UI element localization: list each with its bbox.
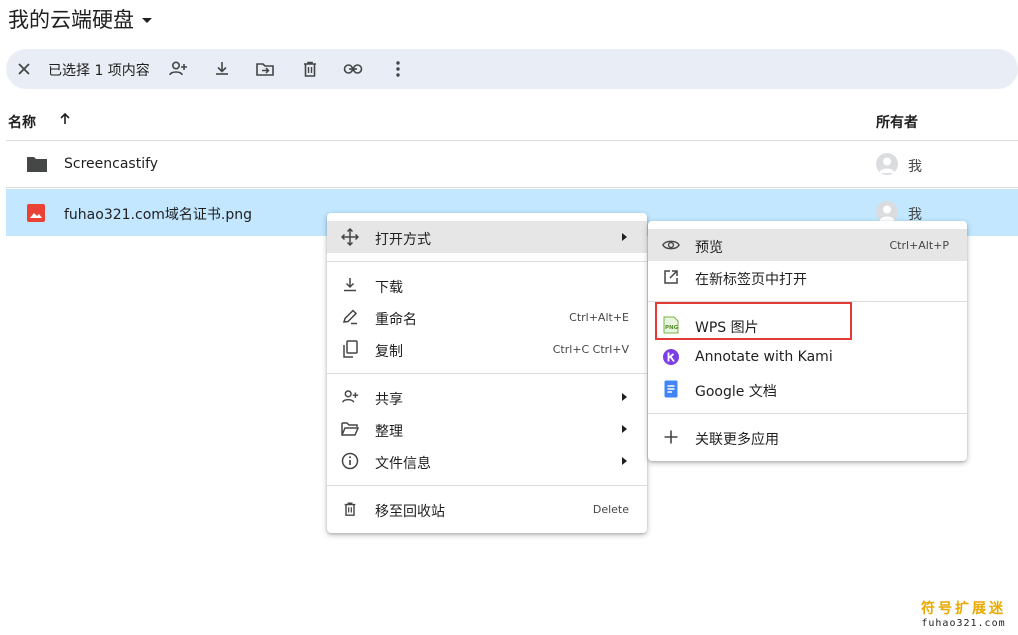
eye-icon [662,236,680,254]
trash-icon[interactable] [298,57,322,81]
selection-toolbar: 已选择 1 项内容 [6,49,1018,89]
menu-item-move-to-trash[interactable]: 移至回收站 Delete [327,493,647,525]
chevron-right-icon [622,233,627,241]
menu-item-download[interactable]: 下载 [327,269,647,301]
svg-text:PNG: PNG [665,325,679,331]
sort-arrow-up-icon[interactable] [58,112,72,130]
column-header-name[interactable]: 名称 [8,112,36,132]
add-person-icon [341,388,359,406]
open-with-submenu: 预览 Ctrl+Alt+P 在新标签页中打开 PNG WPS 图片 Annota… [648,221,967,461]
folder-open-icon [341,420,359,438]
submenu-item-google-docs[interactable]: Google 文档 [648,373,967,405]
chevron-right-icon [622,457,627,465]
menu-divider [648,413,967,414]
owner-label: 我 [908,159,922,175]
menu-item-file-info[interactable]: 文件信息 [327,445,647,477]
submenu-item-wps-image[interactable]: PNG WPS 图片 [648,309,967,341]
move-to-folder-icon[interactable] [253,57,277,81]
kami-icon [662,348,680,366]
info-icon [341,452,359,470]
more-vert-icon[interactable] [386,57,410,81]
watermark-url: fuhao321.com [921,618,1006,629]
submenu-item-kami[interactable]: Annotate with Kami [648,341,967,373]
caret-down-icon [142,17,152,23]
google-docs-icon [662,380,680,398]
watermark-title: 符号扩展迷 [921,601,1006,617]
move-arrows-icon [341,228,359,246]
link-icon[interactable] [341,57,365,81]
menu-item-copy[interactable]: 复制 Ctrl+C Ctrl+V [327,333,647,365]
drive-title-dropdown[interactable]: 我的云端硬盘 [8,4,152,34]
avatar [876,201,898,223]
context-menu: 打开方式 下载 重命名 Ctrl+Alt+E 复制 Ctrl+C Ctrl+V … [327,213,647,533]
menu-item-open-with[interactable]: 打开方式 [327,221,647,253]
download-icon[interactable] [210,57,234,81]
close-icon[interactable] [12,57,36,81]
file-row-folder[interactable]: Screencastify 我 [6,141,1018,188]
submenu-item-open-in-new-tab[interactable]: 在新标签页中打开 [648,261,967,293]
watermark: 符号扩展迷 fuhao321.com [921,598,1006,629]
menu-divider [327,485,647,486]
column-header-owner[interactable]: 所有者 [876,112,918,132]
folder-icon [26,155,47,175]
add-person-icon[interactable] [166,57,190,81]
download-icon [341,276,359,294]
page-title: 我的云端硬盘 [8,8,134,32]
plus-icon [662,428,680,446]
submenu-item-connect-more-apps[interactable]: 关联更多应用 [648,421,967,453]
menu-divider [648,301,967,302]
edit-icon [341,308,359,326]
chevron-right-icon [622,393,627,401]
menu-divider [327,373,647,374]
image-file-icon [26,203,46,223]
menu-item-share[interactable]: 共享 [327,381,647,413]
menu-item-rename[interactable]: 重命名 Ctrl+Alt+E [327,301,647,333]
menu-divider [327,261,647,262]
submenu-item-preview[interactable]: 预览 Ctrl+Alt+P [648,229,967,261]
file-name: Screencastify [64,156,159,172]
file-name: fuhao321.com域名证书.png [64,207,252,223]
copy-icon [341,340,359,358]
avatar [876,153,898,175]
wps-png-icon: PNG [662,316,680,334]
menu-item-organize[interactable]: 整理 [327,413,647,445]
chevron-right-icon [622,425,627,433]
open-in-new-icon [662,268,680,286]
trash-icon [341,500,359,518]
selection-count: 已选择 1 项内容 [48,63,150,79]
